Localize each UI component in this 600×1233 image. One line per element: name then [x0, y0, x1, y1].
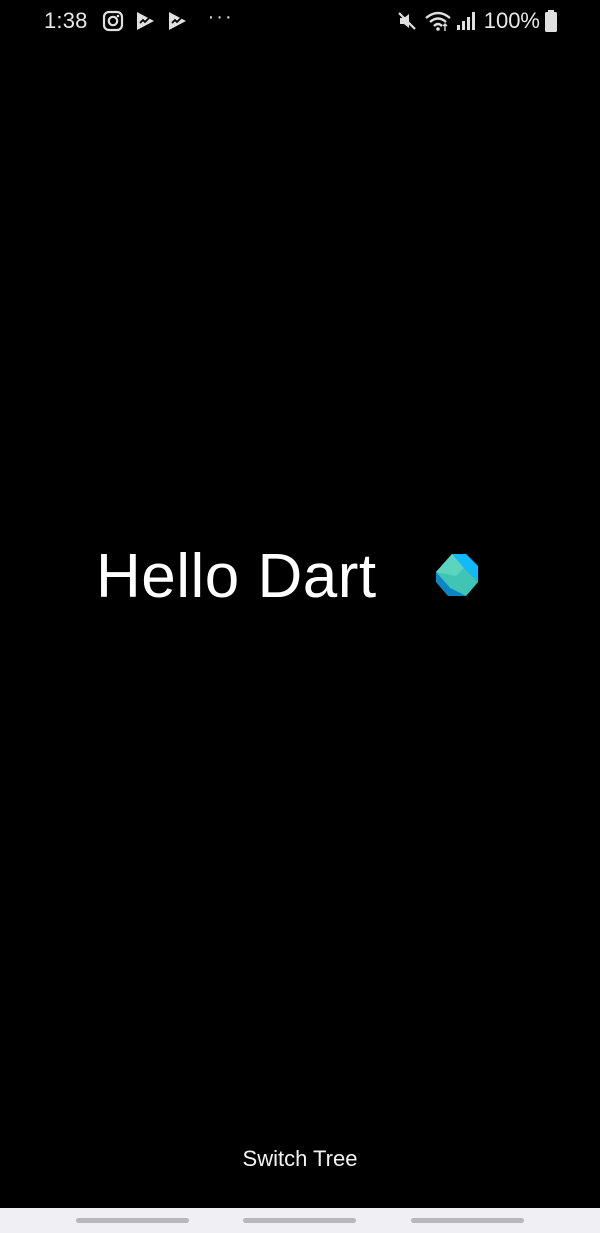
home-handle[interactable]	[243, 1218, 356, 1223]
dart-logo-icon	[436, 554, 478, 596]
play-store-icon	[166, 10, 188, 32]
play-store-icon	[134, 10, 156, 32]
greeting-row: Hello Dart	[96, 538, 377, 614]
greeting-text: Hello Dart	[96, 541, 377, 611]
switch-tree-button[interactable]: Switch Tree	[0, 1146, 600, 1172]
battery-percent: 100%	[483, 8, 540, 33]
app-screen: 1:38 ··· 100% Hello Dart Switch Tree	[0, 0, 600, 1233]
status-bar: 1:38 ··· 100%	[0, 0, 600, 42]
back-handle[interactable]	[411, 1218, 524, 1223]
recent-apps-handle[interactable]	[76, 1218, 189, 1223]
mute-icon	[396, 10, 418, 32]
signal-icon	[456, 10, 476, 32]
instagram-icon	[102, 10, 124, 32]
battery-icon	[544, 9, 558, 33]
navigation-bar	[0, 1208, 600, 1233]
status-clock: 1:38	[44, 8, 88, 33]
more-notifications-icon: ···	[207, 6, 234, 28]
wifi-icon	[424, 10, 452, 32]
status-left-group: 1:38 ···	[44, 7, 234, 35]
status-right-group: 100%	[396, 7, 558, 35]
